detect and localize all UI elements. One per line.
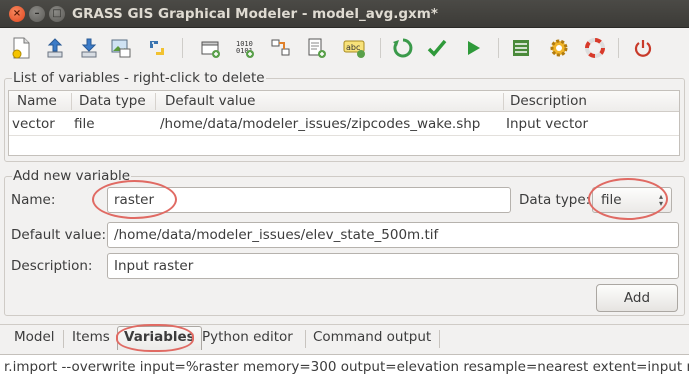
properties-button[interactable] [508,35,534,61]
new-file-icon [12,37,30,59]
toolbar: 1010 0101 abc [0,28,689,68]
name-label: Name: [11,192,56,208]
column-divider [503,93,504,110]
variables-table[interactable]: Name Data type Default value Description… [8,90,680,156]
validate-button[interactable] [424,35,450,61]
data-type-label: Data type: [519,192,591,208]
quit-button[interactable] [630,35,656,61]
help-button[interactable] [582,35,608,61]
toolbar-separator [498,38,499,58]
minimize-icon: – [34,8,40,19]
validate-icon [427,39,447,57]
close-window-button[interactable]: × [9,6,25,22]
column-header-description[interactable]: Description [510,93,587,109]
export-image-icon [111,39,131,58]
open-upload-icon [47,38,63,58]
add-loop-button[interactable] [304,35,330,61]
add-relation-button[interactable] [268,35,294,61]
toolbar-separator [618,38,619,58]
tab-divider [305,330,306,348]
cell-data-type[interactable]: file [74,116,95,132]
load-model-button[interactable] [42,35,68,61]
spinner-arrows-icon: ▴ ▾ [658,192,663,208]
data-type-select[interactable]: file ▴ ▾ [592,187,672,213]
save-download-icon [81,38,97,58]
python-icon [150,41,164,55]
export-python-button[interactable] [144,35,170,61]
maximize-window-button[interactable]: □ [49,6,65,22]
tab-divider [63,330,64,348]
description-label: Description: [11,258,93,274]
column-divider [71,93,72,110]
add-relation-icon [271,39,290,56]
column-header-name[interactable]: Name [17,93,57,109]
add-comment-icon: abc [343,40,365,58]
variables-list-title: List of variables - right-click to delet… [12,70,266,86]
close-icon: × [12,8,22,19]
redraw-icon [393,38,413,58]
settings-icon [550,39,568,57]
column-header-default-value[interactable]: Default value [165,93,256,109]
tab-command-output[interactable]: Command output [313,329,431,345]
name-input[interactable]: raster [107,187,511,213]
table-header: Name Data type Default value Description [9,91,679,112]
svg-text:abc: abc [346,43,360,52]
new-model-button[interactable] [8,35,34,61]
add-comment-button[interactable]: abc [342,35,368,61]
quit-icon [634,40,652,57]
save-model-button[interactable] [76,35,102,61]
toolbar-separator [182,38,183,58]
maximize-icon: □ [52,8,62,19]
tab-divider [439,330,440,348]
default-value-label: Default value: [11,227,107,243]
command-line[interactable]: r.import --overwrite input=%raster memor… [0,354,689,380]
data-type-value: file [601,192,622,208]
tab-bar: Model Items Variables Python editor Comm… [0,324,689,351]
settings-button[interactable] [546,35,572,61]
default-value-input[interactable]: /home/data/modeler_issues/elev_state_500… [107,222,679,248]
add-loop-icon [308,38,326,58]
run-button[interactable] [460,35,486,61]
add-data-button[interactable]: 1010 0101 [232,35,258,61]
properties-icon [513,40,529,56]
add-button[interactable]: Add [596,284,678,312]
help-icon [585,38,605,58]
add-command-button[interactable] [198,35,224,61]
tab-variables[interactable]: Variables [117,326,202,350]
column-divider [155,93,156,110]
window-title: GRASS GIS Graphical Modeler - model_avg.… [72,6,438,22]
cell-default-value[interactable]: /home/data/modeler_issues/zipcodes_wake.… [160,116,480,132]
title-bar: × – □ GRASS GIS Graphical Modeler - mode… [0,0,689,28]
column-header-data-type[interactable]: Data type [79,93,146,109]
add-data-icon: 10100101 [236,40,254,58]
tab-python-editor[interactable]: Python editor [202,329,293,345]
redraw-button[interactable] [390,35,416,61]
export-image-button[interactable] [108,35,134,61]
add-variable-title: Add new variable [12,168,132,184]
run-icon [468,41,480,55]
add-command-icon [201,41,220,58]
minimize-window-button[interactable]: – [29,6,45,22]
description-input[interactable]: Input raster [107,253,679,279]
tab-model[interactable]: Model [14,329,55,345]
cell-name[interactable]: vector [12,116,55,132]
tab-items[interactable]: Items [72,329,110,345]
row-divider [9,135,679,136]
toolbar-separator [380,38,381,58]
cell-description[interactable]: Input vector [506,116,588,132]
